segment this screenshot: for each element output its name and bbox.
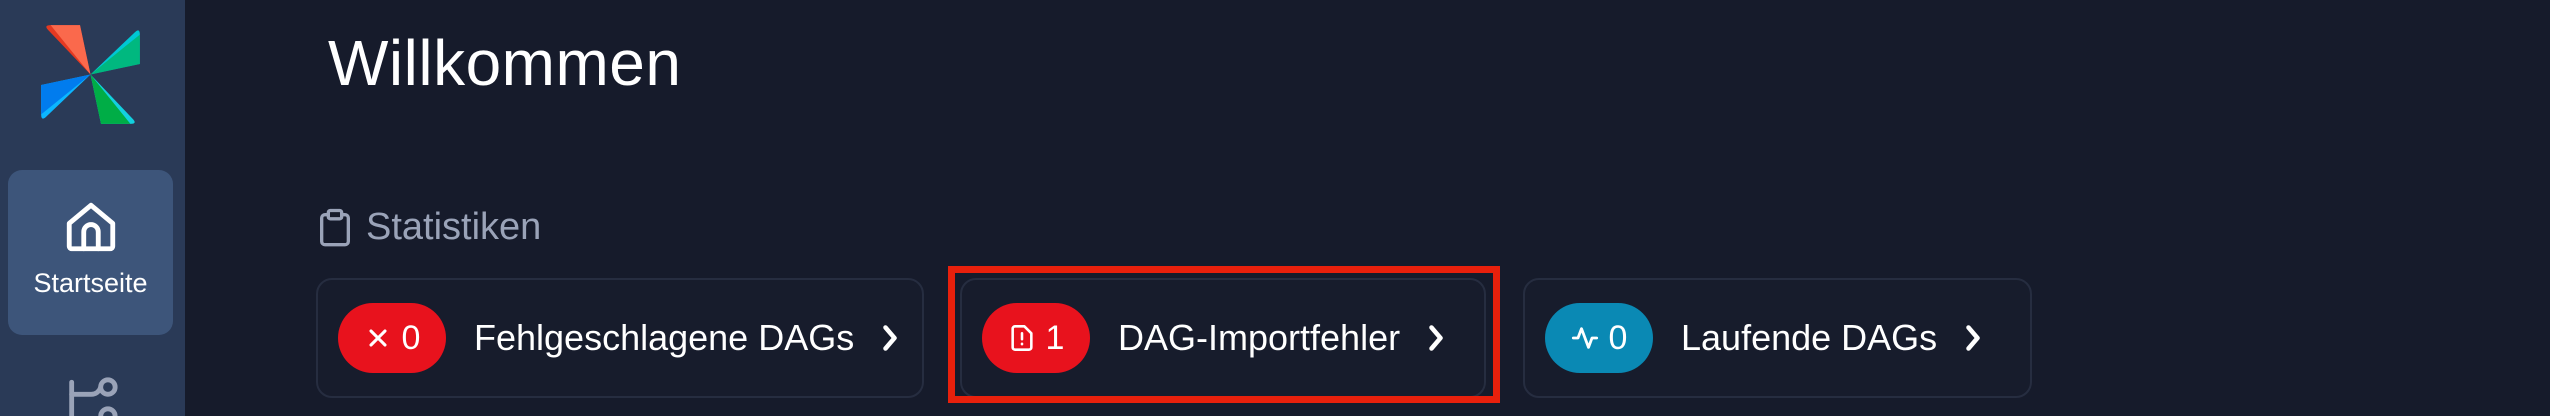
airflow-logo-icon[interactable] <box>38 22 143 127</box>
running-dags-count: 0 <box>1608 318 1628 357</box>
dag-import-errors-label: DAG-Importfehler <box>1118 317 1401 358</box>
chevron-right-icon <box>883 325 897 351</box>
chevron-right-icon <box>1966 325 1980 351</box>
statistics-section-header: Statistiken <box>318 206 541 249</box>
page-title: Willkommen <box>328 27 682 99</box>
dags-icon[interactable] <box>62 374 120 416</box>
activity-icon <box>1571 327 1598 349</box>
chevron-right-icon <box>1429 325 1443 351</box>
running-dags-card[interactable]: 0 Laufende DAGs <box>1523 278 2032 398</box>
dag-import-errors-badge: 1 <box>982 303 1090 373</box>
running-dags-badge: 0 <box>1545 303 1653 373</box>
section-label: Statistiken <box>366 206 542 248</box>
dag-import-errors-card[interactable]: 1 DAG-Importfehler <box>960 278 1486 398</box>
home-icon <box>66 202 115 252</box>
failed-dags-label: Fehlgeschlagene DAGs <box>474 317 855 358</box>
dag-import-errors-count: 1 <box>1045 318 1065 357</box>
sidebar: Startseite <box>0 0 185 416</box>
failed-dags-count: 0 <box>401 318 421 357</box>
running-dags-label: Laufende DAGs <box>1681 317 1938 358</box>
failed-dags-card[interactable]: 0 Fehlgeschlagene DAGs <box>316 278 924 398</box>
file-alert-icon <box>1010 325 1033 351</box>
sidebar-item-startseite[interactable]: Startseite <box>8 170 173 335</box>
sidebar-item-label: Startseite <box>33 268 148 298</box>
failed-dags-badge: 0 <box>338 303 446 373</box>
clipboard-icon <box>320 208 350 246</box>
x-icon <box>369 329 387 347</box>
